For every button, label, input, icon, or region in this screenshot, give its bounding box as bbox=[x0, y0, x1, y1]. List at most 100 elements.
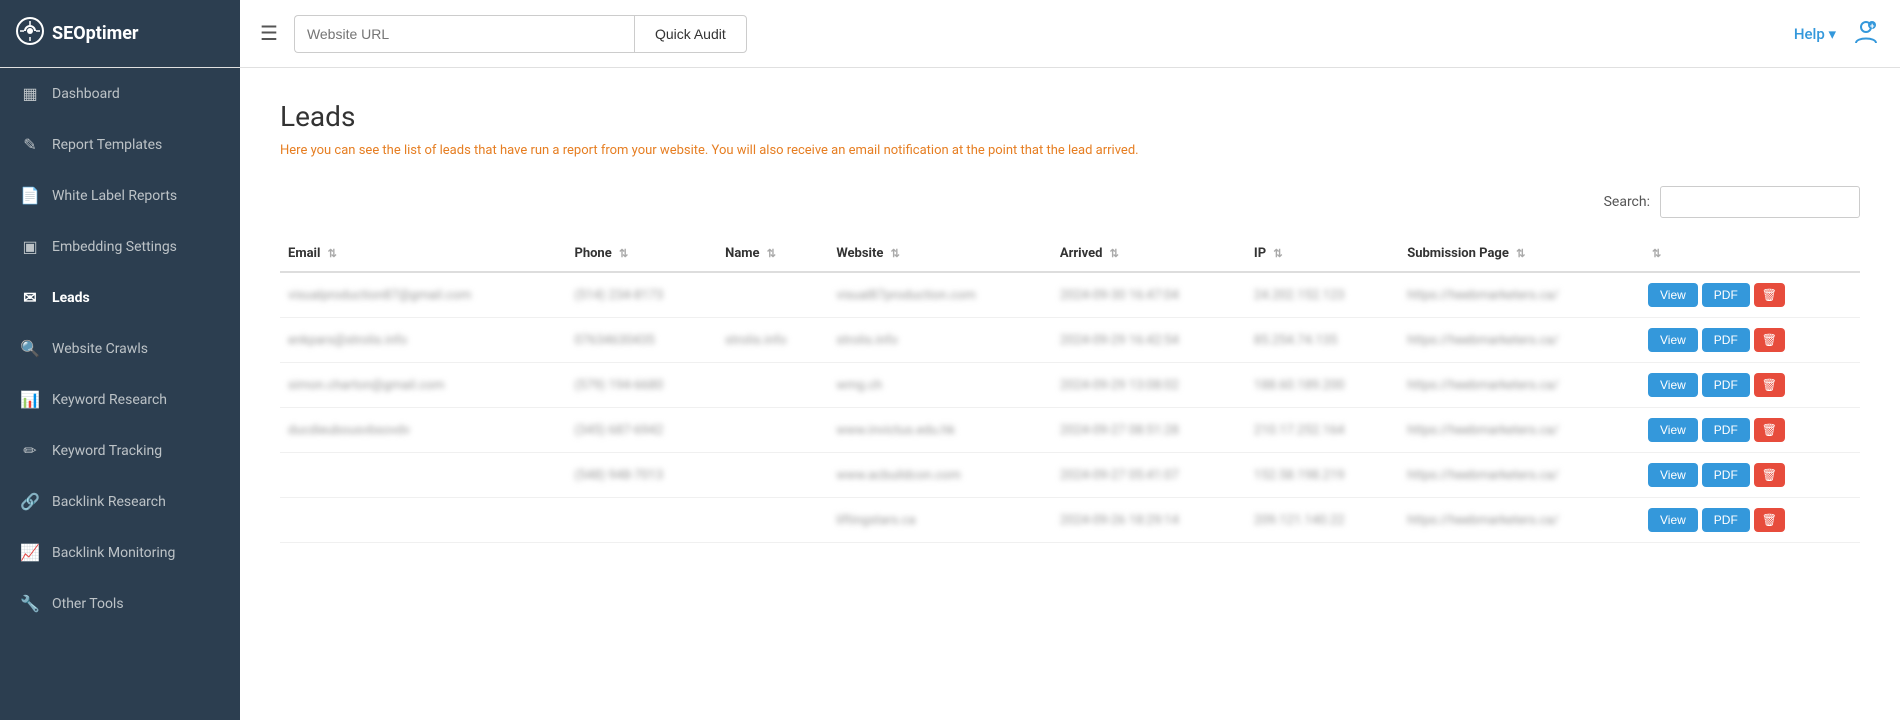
sidebar-item-website-crawls[interactable]: 🔍 Website Crawls bbox=[0, 323, 240, 374]
cell-ip: 188.60.189.200 bbox=[1246, 363, 1399, 408]
delete-button[interactable]: 🗑 bbox=[1754, 373, 1785, 397]
view-button[interactable]: View bbox=[1648, 283, 1698, 307]
view-button[interactable]: View bbox=[1648, 328, 1698, 352]
cell-actions: ViewPDF🗑 bbox=[1640, 408, 1860, 453]
keyword-research-icon: 📊 bbox=[20, 390, 40, 409]
logo-text: SEOptimer bbox=[52, 23, 139, 44]
cell-website: liftingstars.ca bbox=[828, 498, 1052, 543]
page-title: Leads bbox=[280, 100, 1860, 133]
sidebar-item-other-tools[interactable]: 🔧 Other Tools bbox=[0, 578, 240, 629]
leads-table: Email ⇅ Phone ⇅ Name ⇅ Website ⇅ Arrived… bbox=[280, 236, 1860, 543]
sidebar-label-backlink-monitoring: Backlink Monitoring bbox=[52, 545, 175, 561]
sidebar-item-embedding-settings[interactable]: ▣ Embedding Settings bbox=[0, 221, 240, 272]
cell-actions: ViewPDF🗑 bbox=[1640, 272, 1860, 318]
sidebar-label-embedding-settings: Embedding Settings bbox=[52, 239, 177, 255]
pdf-button[interactable]: PDF bbox=[1702, 328, 1750, 352]
logo-icon bbox=[16, 17, 44, 51]
table-row: visualproduction87@gmail.com(514) 234-81… bbox=[280, 272, 1860, 318]
sidebar-label-backlink-research: Backlink Research bbox=[52, 494, 166, 510]
sidebar-label-keyword-tracking: Keyword Tracking bbox=[52, 443, 162, 459]
cell-name bbox=[717, 272, 828, 318]
sort-ip-icon: ⇅ bbox=[1273, 247, 1282, 260]
table-row: enkpars@strolis.info07634630435strolis.i… bbox=[280, 318, 1860, 363]
cell-name bbox=[717, 408, 828, 453]
cell-submission_page: https://heebmarketers.ca/ bbox=[1399, 272, 1640, 318]
cell-name bbox=[717, 498, 828, 543]
user-icon[interactable]: + bbox=[1852, 17, 1880, 51]
cell-email: enkpars@strolis.info bbox=[280, 318, 566, 363]
leads-icon: ✉ bbox=[20, 288, 40, 307]
cell-email: ducdieubousvbsovdv bbox=[280, 408, 566, 453]
pdf-button[interactable]: PDF bbox=[1702, 508, 1750, 532]
sort-actions-icon: ⇅ bbox=[1652, 247, 1661, 260]
table-row: simon.charton@gmail.com(579) 194-6680wmg… bbox=[280, 363, 1860, 408]
main-layout: ▦ Dashboard ✎ Report Templates 📄 White L… bbox=[0, 68, 1900, 720]
pdf-button[interactable]: PDF bbox=[1702, 283, 1750, 307]
quick-audit-button[interactable]: Quick Audit bbox=[634, 15, 747, 53]
col-website[interactable]: Website ⇅ bbox=[828, 236, 1052, 272]
pdf-button[interactable]: PDF bbox=[1702, 463, 1750, 487]
col-submission-page[interactable]: Submission Page ⇅ bbox=[1399, 236, 1640, 272]
top-header: SEOptimer ☰ Quick Audit Help ▾ + bbox=[0, 0, 1900, 68]
cell-phone: (548) 948-7013 bbox=[566, 453, 717, 498]
sidebar-item-white-label-reports[interactable]: 📄 White Label Reports bbox=[0, 170, 240, 221]
cell-arrived: 2024-09-27 05:41:07 bbox=[1052, 453, 1246, 498]
pdf-button[interactable]: PDF bbox=[1702, 418, 1750, 442]
sidebar-item-backlink-monitoring[interactable]: 📈 Backlink Monitoring bbox=[0, 527, 240, 578]
view-button[interactable]: View bbox=[1648, 373, 1698, 397]
search-row: Search: bbox=[280, 186, 1860, 218]
col-email[interactable]: Email ⇅ bbox=[280, 236, 566, 272]
cell-arrived: 2024-09-29 16:42:54 bbox=[1052, 318, 1246, 363]
sidebar: ▦ Dashboard ✎ Report Templates 📄 White L… bbox=[0, 68, 240, 720]
cell-name bbox=[717, 363, 828, 408]
sidebar-label-keyword-research: Keyword Research bbox=[52, 392, 167, 408]
cell-actions: ViewPDF🗑 bbox=[1640, 453, 1860, 498]
sidebar-item-keyword-tracking[interactable]: ✏ Keyword Tracking bbox=[0, 425, 240, 476]
header-center: ☰ Quick Audit bbox=[240, 15, 1774, 53]
view-button[interactable]: View bbox=[1648, 418, 1698, 442]
sidebar-item-backlink-research[interactable]: 🔗 Backlink Research bbox=[0, 476, 240, 527]
url-input[interactable] bbox=[294, 15, 634, 53]
cell-ip: 152.58.198.219 bbox=[1246, 453, 1399, 498]
logo-area: SEOptimer bbox=[0, 0, 240, 67]
sidebar-label-dashboard: Dashboard bbox=[52, 86, 120, 102]
hamburger-button[interactable]: ☰ bbox=[260, 21, 278, 46]
cell-name: strolis.info bbox=[717, 318, 828, 363]
cell-arrived: 2024-09-30 16:47:04 bbox=[1052, 272, 1246, 318]
keyword-tracking-icon: ✏ bbox=[20, 441, 40, 460]
report-templates-icon: ✎ bbox=[20, 135, 40, 154]
cell-arrived: 2024-09-29 13:08:02 bbox=[1052, 363, 1246, 408]
svg-text:+: + bbox=[1870, 22, 1875, 31]
help-link[interactable]: Help ▾ bbox=[1794, 25, 1836, 43]
sidebar-item-keyword-research[interactable]: 📊 Keyword Research bbox=[0, 374, 240, 425]
sidebar-item-dashboard[interactable]: ▦ Dashboard bbox=[0, 68, 240, 119]
cell-website: visual87production.com bbox=[828, 272, 1052, 318]
delete-button[interactable]: 🗑 bbox=[1754, 463, 1785, 487]
backlink-monitoring-icon: 📈 bbox=[20, 543, 40, 562]
col-arrived[interactable]: Arrived ⇅ bbox=[1052, 236, 1246, 272]
col-name[interactable]: Name ⇅ bbox=[717, 236, 828, 272]
sidebar-item-leads[interactable]: ✉ Leads bbox=[0, 272, 240, 323]
pdf-button[interactable]: PDF bbox=[1702, 373, 1750, 397]
table-row: ducdieubousvbsovdv(345) 687-6942www.invi… bbox=[280, 408, 1860, 453]
delete-button[interactable]: 🗑 bbox=[1754, 283, 1785, 307]
cell-phone bbox=[566, 498, 717, 543]
cell-website: wmg.ch bbox=[828, 363, 1052, 408]
sidebar-label-report-templates: Report Templates bbox=[52, 137, 162, 153]
delete-button[interactable]: 🗑 bbox=[1754, 328, 1785, 352]
cell-phone: 07634630435 bbox=[566, 318, 717, 363]
col-ip[interactable]: IP ⇅ bbox=[1246, 236, 1399, 272]
backlink-research-icon: 🔗 bbox=[20, 492, 40, 511]
view-button[interactable]: View bbox=[1648, 508, 1698, 532]
cell-ip: 24.202.152.123 bbox=[1246, 272, 1399, 318]
view-button[interactable]: View bbox=[1648, 463, 1698, 487]
sidebar-item-report-templates[interactable]: ✎ Report Templates bbox=[0, 119, 240, 170]
delete-button[interactable]: 🗑 bbox=[1754, 418, 1785, 442]
white-label-reports-icon: 📄 bbox=[20, 186, 40, 205]
cell-phone: (514) 234-8173 bbox=[566, 272, 717, 318]
search-input[interactable] bbox=[1660, 186, 1860, 218]
delete-button[interactable]: 🗑 bbox=[1754, 508, 1785, 532]
col-phone[interactable]: Phone ⇅ bbox=[566, 236, 717, 272]
cell-actions: ViewPDF🗑 bbox=[1640, 318, 1860, 363]
sort-arrived-icon: ⇅ bbox=[1110, 247, 1119, 260]
